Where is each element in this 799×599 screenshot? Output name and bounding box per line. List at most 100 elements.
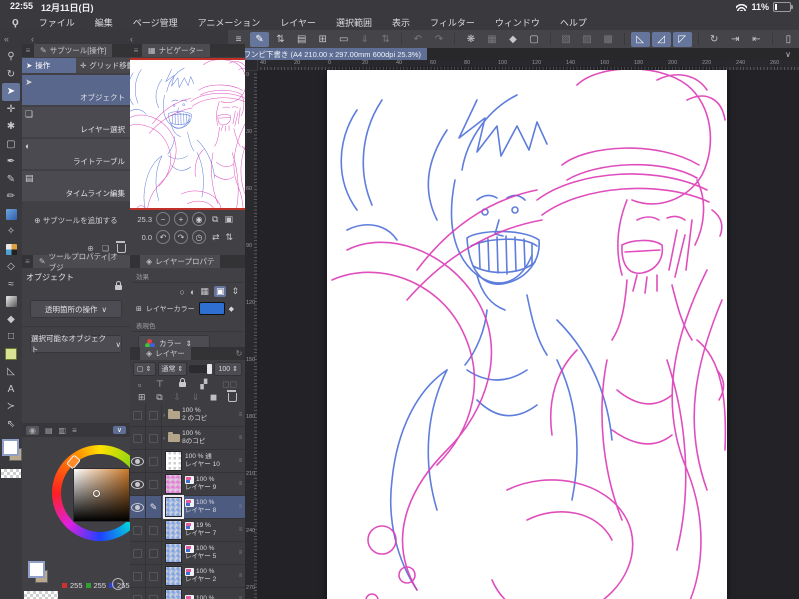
hidden-eye-cell[interactable]: [133, 594, 142, 599]
visibility-eye-icon[interactable]: [131, 479, 144, 489]
blend-tool[interactable]: ≈: [2, 276, 20, 294]
color-wheel-tab[interactable]: ◉: [26, 425, 39, 435]
border-effect-icon[interactable]: ○: [180, 287, 185, 297]
combine-icon[interactable]: ◻◻: [222, 379, 237, 390]
delete-layer-icon[interactable]: [227, 390, 237, 402]
flow-tool[interactable]: ⇖: [2, 416, 20, 434]
row-menu-icon[interactable]: ≡: [236, 412, 245, 418]
spin-icon[interactable]: ⇕: [231, 286, 239, 297]
panel-menu-icon[interactable]: ≡: [22, 46, 34, 55]
rotate-view-tool[interactable]: ↻: [2, 66, 20, 84]
share-in-icon[interactable]: ⇤: [747, 32, 766, 47]
layer-property-tab[interactable]: ◈ レイヤープロパテ: [140, 255, 221, 268]
menu-page[interactable]: ページ管理: [123, 16, 188, 29]
row-menu-icon[interactable]: ≡: [236, 527, 245, 533]
menu-window[interactable]: ウィンドウ: [485, 16, 550, 29]
panel-menu-icon[interactable]: ≡: [22, 257, 33, 266]
opacity-slider[interactable]: [189, 364, 213, 374]
pencil-tool[interactable]: ✏: [2, 188, 20, 206]
layer-row-5[interactable]: 100 % レイヤー 5 ≡: [130, 542, 245, 565]
hidden-eye-cell[interactable]: [133, 410, 142, 420]
edit-cell[interactable]: [149, 456, 158, 466]
visibility-eye-icon[interactable]: [131, 502, 144, 512]
open-file-icon[interactable]: ▭: [334, 32, 353, 47]
window-icon[interactable]: ⧉: [212, 214, 218, 225]
rotate-right-button[interactable]: ↷: [174, 230, 188, 244]
figure-tool[interactable]: □: [2, 328, 20, 346]
lock-layer-icon[interactable]: [178, 378, 186, 387]
move-tool[interactable]: ✛: [2, 101, 20, 119]
color-set-tab[interactable]: ▤: [45, 426, 53, 435]
operate-tool[interactable]: ➤: [2, 83, 20, 101]
brush-tool[interactable]: [2, 206, 20, 224]
edit-cell[interactable]: [149, 548, 158, 558]
plus-box-icon[interactable]: ⊞: [136, 305, 142, 313]
main-color-swatch[interactable]: [2, 439, 19, 456]
frame-border-tool[interactable]: [2, 346, 20, 364]
row-menu-icon[interactable]: ≡: [236, 550, 245, 556]
bucket-icon[interactable]: ◆: [229, 305, 234, 313]
new-folder-icon[interactable]: ⧉: [156, 392, 162, 403]
color-mix-tab[interactable]: ▥: [59, 426, 67, 435]
csp-logo-icon[interactable]: ϙ: [12, 16, 19, 28]
edit-cell[interactable]: [149, 525, 158, 535]
layer-thumbnail[interactable]: [165, 520, 182, 540]
edit-cell[interactable]: [149, 433, 158, 443]
flip-horizontal-icon[interactable]: ⇄: [212, 232, 220, 243]
main-color-swatches[interactable]: [0, 439, 22, 465]
row-menu-icon[interactable]: ≡: [236, 435, 245, 441]
layer-thumbnail[interactable]: [163, 495, 184, 519]
expand-icon[interactable]: ⇅: [271, 32, 290, 47]
gallery-icon[interactable]: ▤: [292, 32, 311, 47]
menu-selection[interactable]: 選択範囲: [326, 16, 382, 29]
hidden-eye-cell[interactable]: [133, 548, 142, 558]
subtool-item-light-table[interactable]: ◐ ライトテーブル: [22, 139, 130, 169]
text-tool[interactable]: A: [2, 381, 20, 399]
selection-tool[interactable]: ▢: [2, 136, 20, 154]
chevron-down-icon[interactable]: ∨: [785, 50, 791, 59]
save-expand-icon[interactable]: ⇅: [376, 32, 395, 47]
edit-cell[interactable]: [149, 594, 158, 599]
layer-color-swatch[interactable]: [198, 302, 225, 315]
layer-thumbnail[interactable]: [165, 451, 182, 471]
gradient-tool[interactable]: [2, 293, 20, 311]
screen-tone-icon[interactable]: ▦: [200, 286, 209, 297]
layer-row-partial[interactable]: 100 % ≡: [130, 588, 245, 599]
row-menu-icon[interactable]: ≡: [236, 504, 245, 510]
row-menu-icon[interactable]: ≡: [236, 458, 245, 464]
collapse-colc-icon[interactable]: ‹: [130, 34, 133, 44]
copy-color-icon[interactable]: ◦: [112, 578, 124, 590]
merge-down-icon[interactable]: ⇓: [192, 392, 200, 403]
row-menu-icon[interactable]: ≡: [236, 573, 245, 579]
layer-panel-tab[interactable]: ◈ レイヤー: [140, 347, 191, 360]
rotate-left-button[interactable]: ↶: [156, 230, 170, 244]
menu-view[interactable]: 表示: [382, 16, 420, 29]
layer-row-10[interactable]: 100 % 通 レイヤー 10 ≡: [130, 450, 245, 473]
subtool-group-tab-grid-move[interactable]: ✛ グリッド移動: [76, 58, 130, 73]
eraser-tool[interactable]: ◇: [2, 258, 20, 276]
refresh-icon[interactable]: ↻: [233, 349, 245, 358]
layer-thumbnail[interactable]: [165, 474, 182, 494]
pen-tool[interactable]: ✎: [2, 171, 20, 189]
layer-mask-icon[interactable]: ◼: [210, 392, 217, 403]
new-canvas-icon[interactable]: ⊞: [313, 32, 332, 47]
color-swatches[interactable]: [26, 561, 56, 591]
layer-row-7[interactable]: 19 % レイヤー 7 ≡: [130, 519, 245, 542]
transform-c-icon[interactable]: ▩: [599, 32, 618, 47]
expand-arrow-icon[interactable]: ›: [163, 435, 165, 442]
ruler-snap1-icon[interactable]: ◺: [630, 31, 650, 47]
main-color-swatch[interactable]: [28, 561, 45, 578]
saturation-value-box[interactable]: [74, 469, 129, 521]
new-layer-icon[interactable]: ⊞: [138, 392, 146, 403]
collapse-all-icon[interactable]: «: [4, 34, 9, 44]
balloon-tool[interactable]: ≻: [2, 398, 20, 416]
tool-property-tab[interactable]: ✎ ツールプロパティ[オブジ: [32, 252, 130, 272]
eyedropper-tool[interactable]: ✒: [2, 153, 20, 171]
panel-menu-icon[interactable]: ≡: [130, 46, 142, 55]
reset-rotation-button[interactable]: ◷: [192, 230, 206, 244]
save-icon[interactable]: ⇓: [355, 32, 374, 47]
add-subtool-button[interactable]: ⊕ サブツールを追加する: [22, 215, 130, 226]
subtool-group-tab-operation[interactable]: ➤ 操作: [22, 58, 76, 73]
layer-thumbnail[interactable]: [165, 543, 182, 563]
flip-vertical-icon[interactable]: ⇅: [226, 232, 234, 243]
